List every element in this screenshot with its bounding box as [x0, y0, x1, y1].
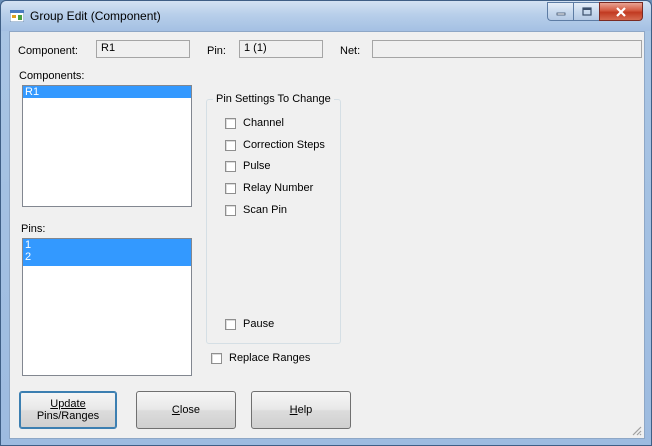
pins-listbox[interactable]: 1 2: [22, 238, 192, 376]
component-field[interactable]: R1: [96, 40, 190, 58]
close-icon: [616, 6, 626, 17]
pins-label: Pins:: [21, 223, 46, 235]
checkbox-label: Pause: [243, 318, 275, 330]
title-bar[interactable]: Group Edit (Component): [1, 1, 651, 31]
close-button-accesskey: C: [171, 404, 180, 416]
dialog-window: Group Edit (Component) Component: R1 Pin…: [0, 0, 652, 446]
close-button[interactable]: Close: [136, 391, 236, 429]
pin-settings-title: Pin Settings To Change: [213, 93, 334, 105]
replace-ranges-checkbox[interactable]: Replace Ranges: [211, 352, 310, 364]
pause-checkbox[interactable]: Pause: [225, 318, 274, 330]
correction-steps-checkbox[interactable]: Correction Steps: [225, 139, 325, 151]
help-button-label: Help: [290, 404, 313, 416]
net-field[interactable]: [372, 40, 642, 58]
checkbox-box[interactable]: [225, 139, 236, 151]
checkbox-box[interactable]: [211, 352, 222, 364]
pulse-checkbox[interactable]: Pulse: [225, 160, 271, 172]
checkbox-box[interactable]: [225, 318, 236, 330]
app-icon: [10, 10, 24, 22]
update-button-line1: Update: [50, 398, 86, 410]
net-label: Net:: [340, 45, 361, 57]
update-button-label: Update Pins/Ranges: [37, 398, 99, 422]
minimize-button[interactable]: [547, 2, 573, 21]
pin-label: Pin:: [207, 45, 226, 57]
checkbox-box[interactable]: [225, 182, 236, 194]
help-button-rest: elp: [297, 404, 313, 416]
checkbox-label: Replace Ranges: [229, 352, 311, 364]
checkbox-label: Relay Number: [243, 182, 314, 194]
maximize-icon: [581, 7, 592, 16]
checkbox-box[interactable]: [225, 160, 236, 172]
checkbox-box[interactable]: [225, 204, 236, 216]
checkbox-label: Scan Pin: [243, 204, 288, 216]
minimize-icon: [556, 12, 565, 15]
checkbox-label: Pulse: [243, 160, 271, 172]
resize-grip-icon[interactable]: [630, 424, 642, 436]
scan-pin-checkbox[interactable]: Scan Pin: [225, 204, 287, 216]
caption-buttons: [547, 2, 643, 21]
help-button[interactable]: Help: [251, 391, 351, 429]
checkbox-label: Channel: [243, 117, 284, 129]
checkbox-label: Correction Steps: [243, 139, 325, 151]
maximize-button[interactable]: [573, 2, 599, 21]
update-button-line2: Pins/Ranges: [36, 410, 100, 422]
window-title: Group Edit (Component): [30, 9, 161, 23]
checkbox-box[interactable]: [225, 117, 236, 129]
list-item[interactable]: R1: [23, 86, 191, 98]
relay-number-checkbox[interactable]: Relay Number: [225, 182, 313, 194]
components-listbox[interactable]: R1: [22, 85, 192, 207]
close-button-label: Close: [172, 404, 200, 416]
dialog-client-area: Component: R1 Pin: 1 (1) Net: Components…: [9, 31, 645, 439]
components-label: Components:: [19, 70, 85, 82]
update-pins-ranges-button[interactable]: Update Pins/Ranges: [19, 391, 117, 429]
list-item[interactable]: 1: [23, 239, 191, 251]
close-button-rest: lose: [179, 404, 201, 416]
help-button-accesskey: H: [289, 404, 298, 416]
pin-settings-group: Pin Settings To Change: [206, 93, 341, 344]
list-item[interactable]: 2: [23, 251, 191, 266]
component-label: Component:: [18, 45, 78, 57]
close-window-button[interactable]: [599, 2, 643, 21]
channel-checkbox[interactable]: Channel: [225, 117, 284, 129]
pin-field[interactable]: 1 (1): [239, 40, 323, 58]
